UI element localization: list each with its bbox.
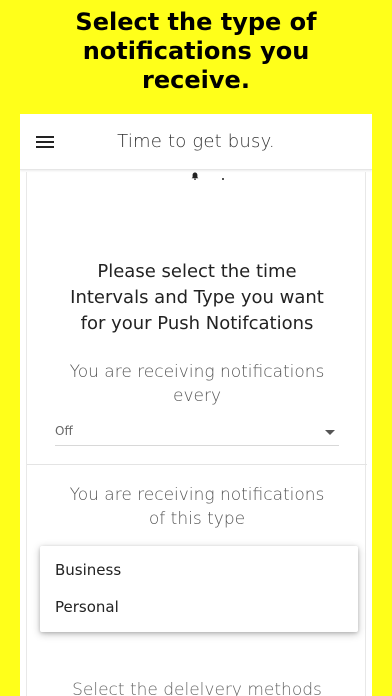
notification-type-menu: Business Personal bbox=[40, 546, 358, 632]
interval-label-line-1: You are receiving notifications bbox=[69, 362, 325, 382]
interval-select[interactable]: Off bbox=[55, 422, 339, 446]
delivery-methods-label: Select the delelvery methods bbox=[72, 680, 322, 696]
type-label: You are receiving notifications of this … bbox=[37, 483, 357, 531]
dropdown-caret-icon bbox=[325, 430, 335, 435]
bell-icon bbox=[191, 172, 199, 180]
app-screen: Time to get busy. Please select the time… bbox=[20, 114, 372, 696]
type-label-line-1: You are receiving notifications bbox=[69, 485, 325, 505]
intro-text: Please select the time Intervals and Typ… bbox=[27, 259, 367, 337]
interval-label-line-2: every bbox=[172, 386, 222, 406]
divider bbox=[27, 464, 367, 465]
menu-item-personal[interactable]: Personal bbox=[40, 589, 358, 626]
app-bar: Time to get busy. bbox=[20, 114, 372, 170]
promo-headline: Select the type of notifications you rec… bbox=[0, 8, 392, 95]
intro-line-3: for your Push Notifcations bbox=[80, 313, 314, 334]
interval-select-value: Off bbox=[55, 424, 73, 438]
intro-line-1: Please select the time bbox=[97, 261, 297, 282]
type-label-line-2: of this type bbox=[148, 509, 246, 529]
interval-label: You are receiving notifications every bbox=[37, 360, 357, 408]
menu-item-business[interactable]: Business bbox=[40, 552, 358, 589]
status-dot bbox=[222, 178, 224, 180]
promo-line-1: Select the type of bbox=[75, 8, 317, 36]
intro-line-2: Intervals and Type you want bbox=[70, 287, 324, 308]
app-title: Time to get busy. bbox=[117, 131, 275, 152]
promo-line-2: notifications you bbox=[82, 37, 310, 65]
promo-line-3: receive. bbox=[142, 66, 250, 94]
